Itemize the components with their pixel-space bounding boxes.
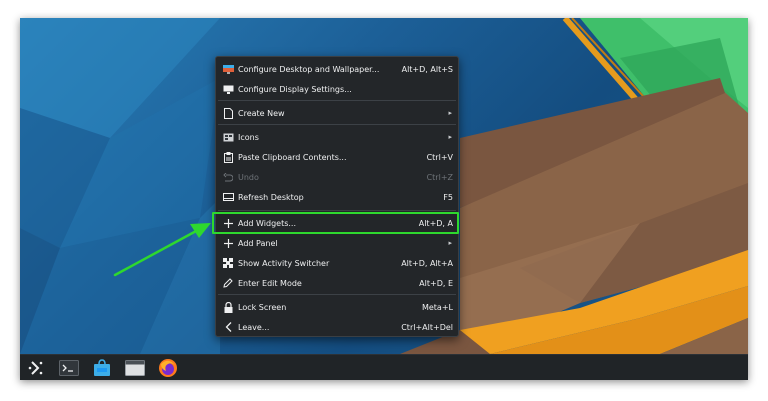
menu-item-paste-clipboard-contents[interactable]: Paste Clipboard Contents... Ctrl+V bbox=[217, 147, 457, 167]
application-launcher-icon[interactable] bbox=[24, 356, 48, 380]
menu-item-label: Icons bbox=[238, 132, 259, 142]
taskbar bbox=[20, 354, 748, 380]
menu-item-icons[interactable]: Icons ▸ bbox=[217, 127, 457, 147]
menu-item-label: Create New bbox=[238, 108, 285, 118]
menu-item-shortcut: Alt+D, Alt+A bbox=[401, 258, 453, 268]
menu-item-label: Leave... bbox=[238, 322, 270, 332]
menu-item-label: Undo bbox=[238, 172, 259, 182]
menu-item-label: Refresh Desktop bbox=[238, 192, 304, 202]
menu-item-enter-edit-mode[interactable]: Enter Edit Mode Alt+D, E bbox=[217, 273, 457, 293]
menu-item-lock-screen[interactable]: Lock Screen Meta+L bbox=[217, 297, 457, 317]
clipboard-icon bbox=[221, 150, 235, 164]
menu-item-create-new[interactable]: Create New ▸ bbox=[217, 103, 457, 123]
submenu-arrow-icon: ▸ bbox=[448, 109, 452, 117]
desktop-context-menu: Configure Desktop and Wallpaper... Alt+D,… bbox=[215, 56, 459, 337]
menu-item-shortcut: Alt+D, E bbox=[419, 278, 453, 288]
display-icon bbox=[221, 82, 235, 96]
menu-item-add-widgets[interactable]: Add Widgets... Alt+D, A bbox=[217, 213, 457, 233]
menu-item-shortcut: Alt+D, A bbox=[418, 218, 453, 228]
icons-icon bbox=[221, 130, 235, 144]
menu-item-shortcut: Ctrl+V bbox=[426, 152, 453, 162]
menu-separator bbox=[218, 294, 456, 295]
undo-icon bbox=[221, 170, 235, 184]
menu-separator bbox=[218, 124, 456, 125]
terminal-icon[interactable] bbox=[57, 356, 81, 380]
configure-desktop-icon bbox=[221, 62, 235, 76]
lock-icon bbox=[221, 300, 235, 314]
menu-item-shortcut: Alt+D, Alt+S bbox=[401, 64, 453, 74]
plus-icon bbox=[221, 216, 235, 230]
pencil-icon bbox=[221, 276, 235, 290]
menu-item-shortcut: F5 bbox=[443, 192, 453, 202]
menu-separator bbox=[218, 210, 456, 211]
menu-item-label: Paste Clipboard Contents... bbox=[238, 152, 347, 162]
menu-item-configure-display-settings[interactable]: Configure Display Settings... bbox=[217, 79, 457, 99]
new-file-icon bbox=[221, 106, 235, 120]
menu-item-leave[interactable]: Leave... Ctrl+Alt+Del bbox=[217, 317, 457, 337]
menu-item-label: Configure Desktop and Wallpaper... bbox=[238, 64, 380, 74]
refresh-icon bbox=[221, 190, 235, 204]
menu-item-shortcut: Meta+L bbox=[421, 302, 453, 312]
menu-item-label: Lock Screen bbox=[238, 302, 287, 312]
activities-icon bbox=[221, 256, 235, 270]
software-center-icon[interactable] bbox=[90, 356, 114, 380]
menu-item-label: Configure Display Settings... bbox=[238, 84, 352, 94]
menu-item-refresh-desktop[interactable]: Refresh Desktop F5 bbox=[217, 187, 457, 207]
menu-item-show-activity-switcher[interactable]: Show Activity Switcher Alt+D, Alt+A bbox=[217, 253, 457, 273]
firefox-icon[interactable] bbox=[156, 356, 180, 380]
plus-icon bbox=[221, 236, 235, 250]
menu-item-label: Show Activity Switcher bbox=[238, 258, 330, 268]
menu-item-shortcut: Ctrl+Alt+Del bbox=[401, 322, 453, 332]
file-manager-icon[interactable] bbox=[123, 356, 147, 380]
menu-item-label: Enter Edit Mode bbox=[238, 278, 302, 288]
menu-item-add-panel[interactable]: Add Panel ▸ bbox=[217, 233, 457, 253]
menu-item-configure-desktop-and-wallpaper[interactable]: Configure Desktop and Wallpaper... Alt+D,… bbox=[217, 59, 457, 79]
menu-item-label: Add Panel bbox=[238, 238, 278, 248]
menu-item-shortcut: Ctrl+Z bbox=[426, 172, 453, 182]
chevron-left-icon bbox=[221, 320, 235, 334]
menu-separator bbox=[218, 100, 456, 101]
menu-item-label: Add Widgets... bbox=[238, 218, 296, 228]
submenu-arrow-icon: ▸ bbox=[448, 239, 452, 247]
menu-item-undo[interactable]: Undo Ctrl+Z bbox=[217, 167, 457, 187]
submenu-arrow-icon: ▸ bbox=[448, 133, 452, 141]
